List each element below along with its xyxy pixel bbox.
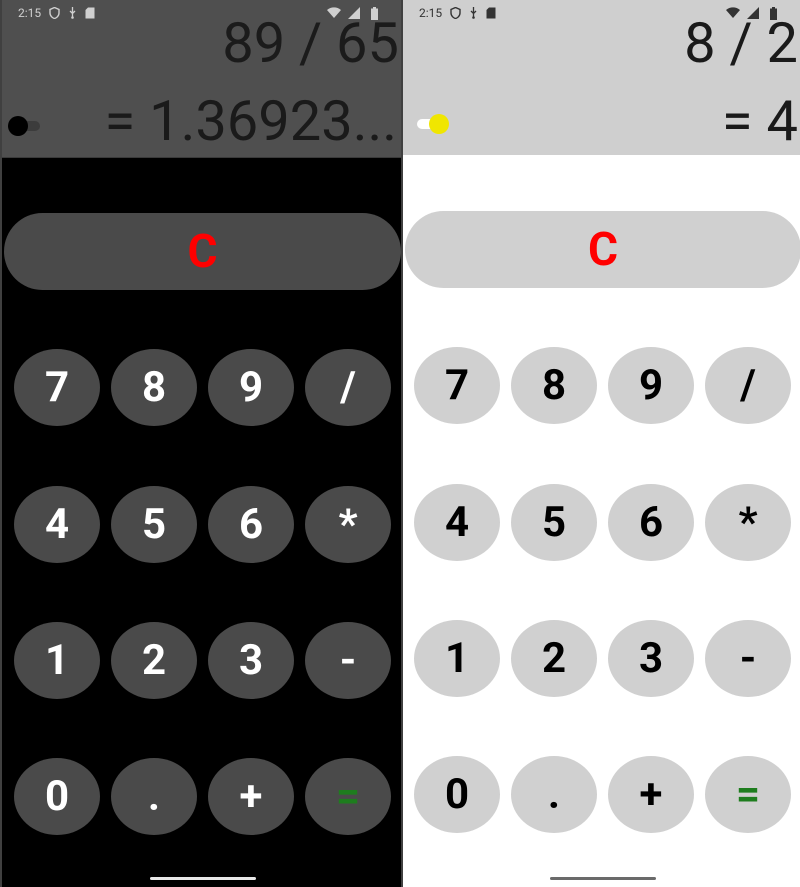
- shield-icon: [47, 6, 61, 20]
- dark-calculator-screen: 2:15 89 / 65 = 1.36923... C 7 8 9 / 4 5 …: [0, 0, 403, 887]
- key-2[interactable]: 2: [511, 620, 597, 697]
- key-subtract[interactable]: -: [705, 620, 791, 697]
- key-add[interactable]: +: [608, 756, 694, 833]
- key-subtract[interactable]: -: [305, 622, 391, 699]
- clear-button[interactable]: C: [4, 213, 401, 290]
- key-decimal[interactable]: .: [511, 756, 597, 833]
- sd-card-icon: [484, 6, 498, 20]
- clear-button[interactable]: C: [405, 211, 800, 288]
- usb-icon: [466, 6, 480, 20]
- result-display: = 1.36923...: [104, 88, 397, 154]
- key-divide[interactable]: /: [705, 347, 791, 424]
- key-6[interactable]: 6: [608, 484, 694, 561]
- result-display: = 4: [721, 88, 798, 154]
- key-1[interactable]: 1: [14, 622, 100, 699]
- display-panel: 2:15: [2, 0, 401, 158]
- toggle-thumb: [8, 116, 28, 136]
- expression-display: 89 / 65: [222, 10, 399, 76]
- light-calculator-screen: 2:15 8 / 2 = 4 C 7 8 9 / 4 5 6 * 1 2 3 -…: [403, 0, 800, 887]
- key-equals[interactable]: =: [305, 758, 391, 835]
- key-9[interactable]: 9: [608, 347, 694, 424]
- key-0[interactable]: 0: [414, 756, 500, 833]
- key-7[interactable]: 7: [414, 347, 500, 424]
- status-time: 2:15: [18, 6, 42, 20]
- gesture-nav-bar[interactable]: [550, 877, 656, 880]
- sd-card-icon: [83, 6, 97, 20]
- key-5[interactable]: 5: [511, 484, 597, 561]
- key-8[interactable]: 8: [111, 349, 197, 426]
- toggle-thumb: [429, 114, 449, 134]
- key-1[interactable]: 1: [414, 620, 500, 697]
- key-equals[interactable]: =: [705, 756, 791, 833]
- key-6[interactable]: 6: [208, 486, 294, 563]
- display-panel: 2:15: [403, 0, 800, 155]
- key-add[interactable]: +: [208, 758, 294, 835]
- key-3[interactable]: 3: [208, 622, 294, 699]
- key-divide[interactable]: /: [305, 349, 391, 426]
- key-7[interactable]: 7: [14, 349, 100, 426]
- expression-display: 8 / 2: [684, 10, 798, 76]
- key-multiply[interactable]: *: [705, 484, 791, 561]
- shield-icon: [448, 6, 462, 20]
- status-time: 2:15: [419, 6, 443, 20]
- key-9[interactable]: 9: [208, 349, 294, 426]
- gesture-nav-bar[interactable]: [150, 877, 256, 880]
- theme-toggle[interactable]: [8, 116, 40, 136]
- key-3[interactable]: 3: [608, 620, 694, 697]
- key-2[interactable]: 2: [111, 622, 197, 699]
- key-decimal[interactable]: .: [111, 758, 197, 835]
- key-8[interactable]: 8: [511, 347, 597, 424]
- key-multiply[interactable]: *: [305, 486, 391, 563]
- theme-toggle[interactable]: [417, 114, 449, 134]
- key-4[interactable]: 4: [14, 486, 100, 563]
- key-5[interactable]: 5: [111, 486, 197, 563]
- key-0[interactable]: 0: [14, 758, 100, 835]
- usb-icon: [65, 6, 79, 20]
- key-4[interactable]: 4: [414, 484, 500, 561]
